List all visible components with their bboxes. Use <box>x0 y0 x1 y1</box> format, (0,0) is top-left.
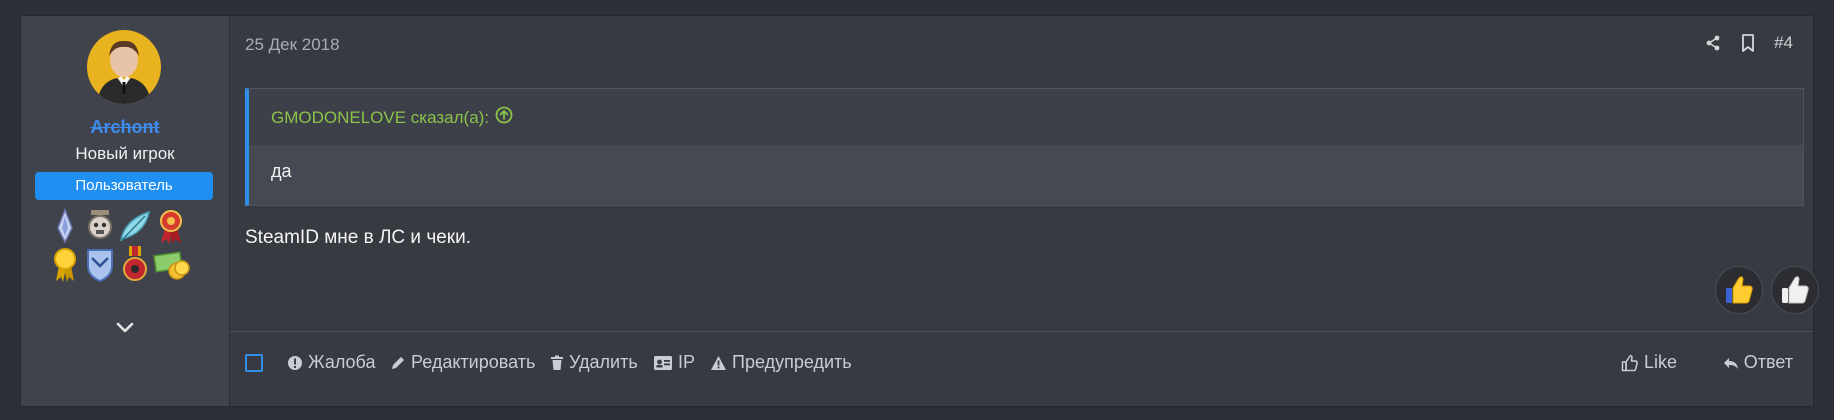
reply-button[interactable]: Ответ <box>1723 352 1793 373</box>
chevron-down-icon[interactable] <box>113 316 137 340</box>
like-label: Like <box>1643 352 1677 372</box>
warn-button[interactable]: Предупредить <box>710 352 852 373</box>
post-main: 25 Дек 2018 #4 GMODONELOVE сказал(а): да… <box>229 16 1819 406</box>
user-panel: Archont Новый игрок Пользователь <box>21 16 230 406</box>
arrow-up-circle-icon[interactable] <box>495 106 513 129</box>
feather-icon[interactable] <box>115 206 155 246</box>
footer-divider <box>229 331 1813 332</box>
ip-label: IP <box>678 352 696 372</box>
select-checkbox[interactable] <box>245 354 263 372</box>
post-header-actions: #4 <box>1704 33 1793 53</box>
quote-block: GMODONELOVE сказал(а): да <box>245 88 1804 206</box>
red-ribbon-icon[interactable] <box>151 206 191 246</box>
money-coins-icon[interactable] <box>151 244 191 284</box>
quote-body: да <box>249 145 1803 205</box>
thumbs-up-icon <box>1726 276 1753 304</box>
post-number-link[interactable]: #4 <box>1774 33 1793 53</box>
ip-button[interactable]: IP <box>653 352 695 373</box>
quote-header[interactable]: GMODONELOVE сказал(а): <box>271 106 513 129</box>
user-banner: Пользователь <box>35 172 213 200</box>
like-button[interactable]: Like <box>1621 352 1677 373</box>
post-container: Archont Новый игрок Пользователь 25 Дек … <box>20 15 1819 407</box>
skull-medal-icon[interactable] <box>80 206 120 246</box>
post-footer: Жалоба Редактировать Удалить IP Предупре… <box>245 352 1793 386</box>
message-text: SteamID мне в ЛС и чеки. <box>245 227 471 248</box>
exclamation-circle-icon <box>287 355 303 371</box>
warning-triangle-icon <box>710 355 727 371</box>
thumbs-up-outline-icon <box>1782 276 1809 304</box>
crystal-trophy-icon[interactable] <box>45 206 85 246</box>
report-label: Жалоба <box>308 352 376 372</box>
delete-button[interactable]: Удалить <box>550 352 638 373</box>
reply-label: Ответ <box>1743 352 1793 372</box>
reply-arrow-icon <box>1723 355 1739 371</box>
dislike-reaction-button[interactable] <box>1771 266 1819 314</box>
edit-button[interactable]: Редактировать <box>390 352 535 373</box>
username-link[interactable]: Archont <box>21 117 229 138</box>
quote-text: да <box>271 161 292 181</box>
like-reaction-button[interactable] <box>1715 266 1763 314</box>
id-card-icon <box>653 355 673 371</box>
post-date[interactable]: 25 Дек 2018 <box>245 35 340 55</box>
gold-ribbon-icon[interactable] <box>45 244 85 284</box>
shield-medal-icon[interactable] <box>80 244 120 284</box>
pencil-icon <box>390 355 406 371</box>
edit-label: Редактировать <box>411 352 536 372</box>
user-title: Новый игрок <box>75 144 175 163</box>
share-icon[interactable] <box>1704 34 1722 52</box>
quote-author[interactable]: GMODONELOVE сказал(а): <box>271 108 489 128</box>
delete-label: Удалить <box>569 352 638 372</box>
bookmark-icon[interactable] <box>1740 33 1756 53</box>
order-medal-icon[interactable] <box>115 244 155 284</box>
trash-icon <box>550 355 564 371</box>
warn-label: Предупредить <box>732 352 852 372</box>
thumbs-up-outline-icon <box>1621 354 1639 372</box>
avatar[interactable] <box>87 30 161 104</box>
report-button[interactable]: Жалоба <box>287 352 375 373</box>
